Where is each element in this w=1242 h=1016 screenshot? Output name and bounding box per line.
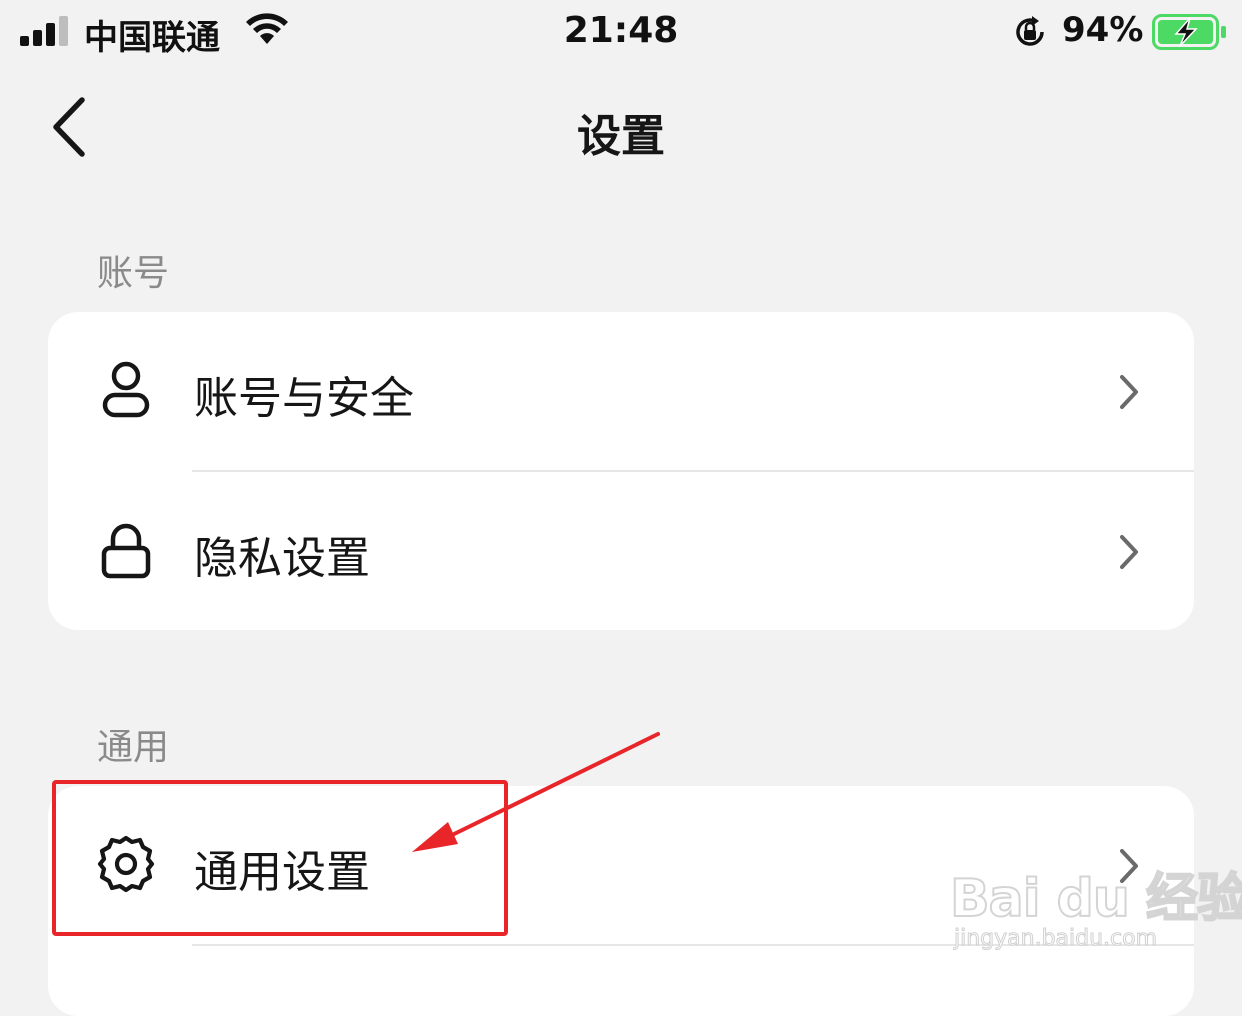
chevron-right-icon — [1120, 849, 1138, 883]
general-settings-label: 通用设置 — [194, 847, 370, 898]
general-card: 通用设置 — [48, 786, 1194, 1016]
account-card: 账号与安全 隐私设置 — [48, 312, 1194, 630]
lock-icon — [101, 523, 151, 579]
general-settings-row[interactable]: 通用设置 — [48, 786, 1194, 944]
gear-icon — [97, 835, 155, 893]
chevron-right-icon — [1120, 375, 1138, 409]
clock: 21:48 — [563, 10, 679, 51]
rotation-lock-icon — [1016, 16, 1044, 46]
status-bar: 中国联通 21:48 94% — [0, 0, 1242, 64]
account-security-row[interactable]: 账号与安全 — [48, 312, 1194, 470]
row-divider — [192, 944, 1194, 946]
section-label-account: 账号 — [97, 253, 170, 294]
privacy-settings-label: 隐私设置 — [194, 533, 370, 584]
user-icon — [102, 361, 150, 418]
chevron-right-icon — [1120, 535, 1138, 569]
privacy-settings-row[interactable]: 隐私设置 — [48, 472, 1194, 630]
section-label-general: 通用 — [97, 727, 170, 768]
page-title: 设置 — [577, 111, 665, 162]
account-security-label: 账号与安全 — [194, 373, 414, 424]
nav-bar: 设置 — [0, 80, 1242, 180]
battery-charging-icon — [1152, 14, 1226, 50]
battery-percent: 94% — [1062, 10, 1144, 50]
